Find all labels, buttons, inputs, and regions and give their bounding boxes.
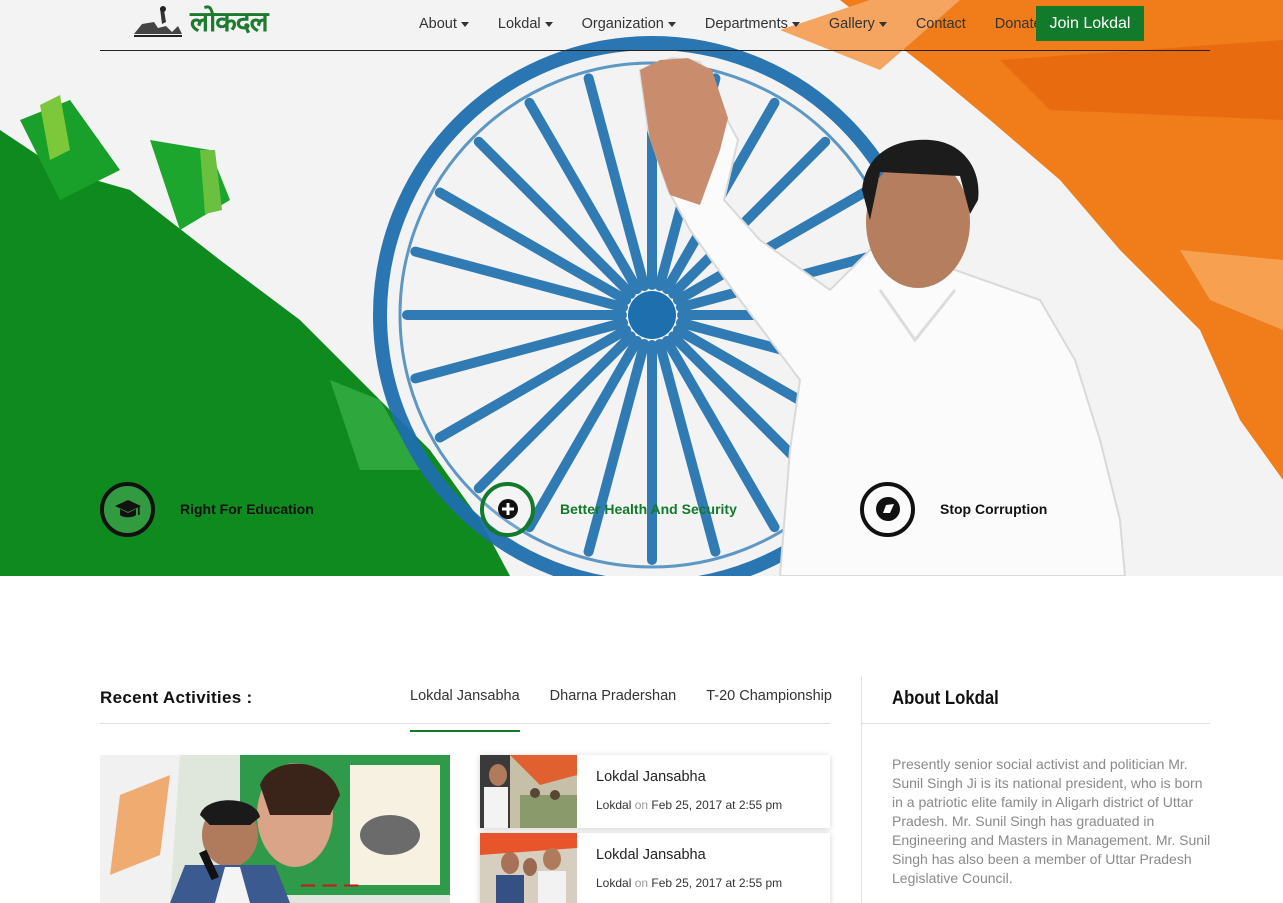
site-logo[interactable]: लोकदल <box>132 2 269 42</box>
jansabha-photo-image <box>480 755 577 828</box>
join-lokdal-button[interactable]: Join Lokdal <box>1036 6 1144 41</box>
feature-health-label: Better Health And Security <box>560 501 737 517</box>
nav-gallery[interactable]: Gallery <box>829 16 887 32</box>
news-author[interactable]: Lokdal <box>596 876 631 890</box>
column-divider <box>861 676 862 903</box>
feature-health[interactable]: Better Health And Security <box>480 481 737 537</box>
about-text: Presently senior social activist and pol… <box>892 756 1211 886</box>
rally-photo-image: — — — <box>100 755 450 903</box>
nav-about[interactable]: About <box>419 16 469 32</box>
nav-lokdal-label: Lokdal <box>497 16 541 32</box>
news-date: Feb 25, 2017 at 2:55 pm <box>651 798 783 812</box>
featured-activity-photo[interactable]: — — — <box>100 755 450 903</box>
nav-about-label: About <box>419 16 457 32</box>
news-date: Feb 25, 2017 at 2:55 pm <box>651 876 783 890</box>
nav-organization-label: Organization <box>581 16 664 32</box>
news-item[interactable]: Lokdal Jansabha Lokdal on Feb 25, 2017 a… <box>480 755 830 828</box>
divider <box>100 723 830 724</box>
nav-gallery-label: Gallery <box>828 16 875 32</box>
about-title: About Lokdal <box>892 688 999 709</box>
feature-education-label: Right For Education <box>180 501 314 517</box>
news-meta-on: on <box>634 798 649 812</box>
news-thumbnail <box>480 833 577 903</box>
tab-dharna-pradershan[interactable]: Dharna Pradershan <box>550 688 677 716</box>
nav-donate[interactable]: Donate <box>995 16 1042 32</box>
news-item[interactable]: Lokdal Jansabha Lokdal on Feb 25, 2017 a… <box>480 833 830 903</box>
chevron-down-icon <box>878 21 887 27</box>
news-meta: Lokdal on Feb 25, 2017 at 2:55 pm <box>596 876 782 890</box>
logo-text: लोकदल <box>190 5 269 38</box>
feature-education[interactable]: Right For Education <box>100 481 314 537</box>
main-nav: About Lokdal Organization Departments Ga… <box>419 6 1071 42</box>
feature-corruption[interactable]: Stop Corruption <box>860 481 1047 537</box>
plus-circle-icon <box>480 481 535 537</box>
jansabha-photo-image <box>480 833 577 903</box>
compass-icon <box>860 481 915 537</box>
news-thumbnail <box>480 755 577 828</box>
nav-organization[interactable]: Organization <box>582 16 676 32</box>
svg-text:— — —: — — — <box>300 875 359 894</box>
news-meta: Lokdal on Feb 25, 2017 at 2:55 pm <box>596 798 782 812</box>
nav-donate-label: Donate <box>994 16 1042 32</box>
divider <box>862 723 1210 724</box>
activity-tabs: Lokdal Jansabha Dharna Pradershan T-20 C… <box>410 688 862 732</box>
nav-contact[interactable]: Contact <box>916 16 966 32</box>
news-meta-on: on <box>634 876 649 890</box>
chevron-down-icon <box>544 21 553 27</box>
feature-corruption-label: Stop Corruption <box>940 501 1048 517</box>
news-author[interactable]: Lokdal <box>596 798 631 812</box>
graduation-cap-icon <box>100 481 155 537</box>
nav-lokdal[interactable]: Lokdal <box>498 16 553 32</box>
site-header: लोकदल About Lokdal Organization Departme… <box>100 0 1210 51</box>
news-title[interactable]: Lokdal Jansabha <box>596 769 782 785</box>
nav-departments-label: Departments <box>704 16 788 32</box>
chevron-down-icon <box>791 21 800 27</box>
news-body: Lokdal Jansabha Lokdal on Feb 25, 2017 a… <box>577 833 782 903</box>
chevron-down-icon <box>460 21 469 27</box>
farmer-plough-logo-icon <box>134 6 182 37</box>
nav-departments[interactable]: Departments <box>705 16 800 32</box>
chevron-down-icon <box>667 21 676 27</box>
news-body: Lokdal Jansabha Lokdal on Feb 25, 2017 a… <box>577 755 782 828</box>
tab-lokdal-jansabha[interactable]: Lokdal Jansabha <box>410 688 520 732</box>
news-title[interactable]: Lokdal Jansabha <box>596 847 782 863</box>
tab-t20-championship[interactable]: T-20 Championship <box>706 688 832 716</box>
nav-contact-label: Contact <box>915 16 966 32</box>
recent-activities-title: Recent Activities : <box>100 688 253 707</box>
